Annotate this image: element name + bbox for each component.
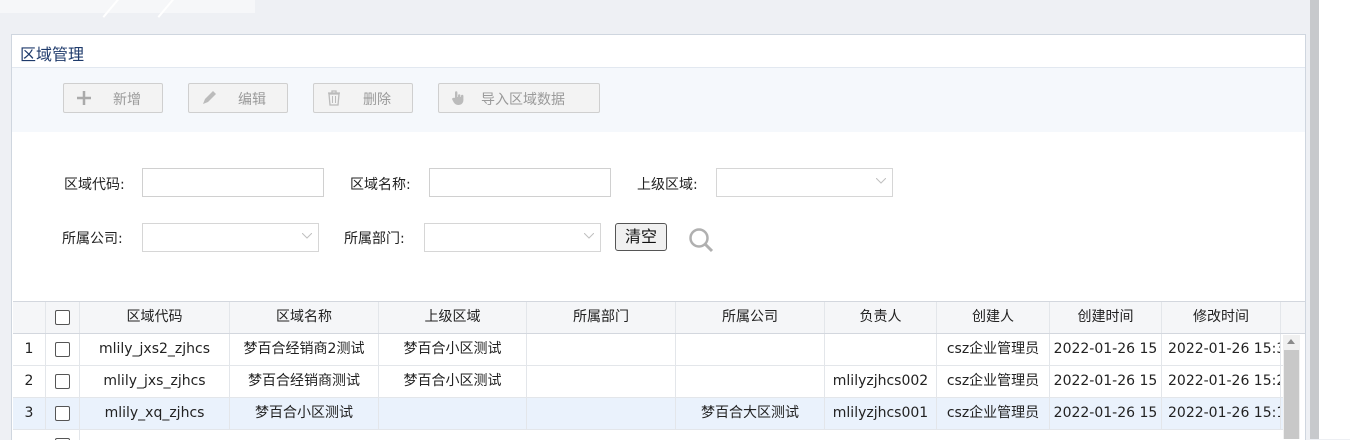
- col-header-area-code[interactable]: 区域代码: [80, 302, 230, 333]
- cell-area-code: mlily_jxs2_zjhcs: [80, 334, 230, 365]
- table-row[interactable]: 1 mlily_jxs2_zjhcs 梦百合经销商2测试 梦百合小区测试 csz…: [13, 334, 1283, 366]
- grid-header: 区域代码 区域名称 上级区域 所属部门 所属公司 负责人 创建人 创建时间 修改…: [13, 302, 1305, 334]
- delete-button[interactable]: 删除: [313, 83, 413, 113]
- cell-parent-area: [379, 398, 527, 429]
- cell-modified-time: 2022-01-26 15:3: [1162, 334, 1281, 365]
- area-name-label: 区域名称:: [350, 174, 411, 194]
- company-label: 所属公司:: [62, 228, 123, 248]
- toolbar: 新增 编辑 删除 导入区域数据: [12, 67, 1305, 132]
- table-row-selected[interactable]: 3 mlily_xq_zjhcs 梦百合小区测试 梦百合大区测试 mlilyzj…: [13, 398, 1283, 430]
- edit-button-label: 编辑: [238, 89, 266, 109]
- select-all-cell: [46, 302, 80, 333]
- row-number: 3: [13, 398, 46, 429]
- col-header-parent-area[interactable]: 上级区域: [379, 302, 527, 333]
- clear-button[interactable]: 清空: [615, 223, 667, 251]
- select-all-checkbox[interactable]: [55, 310, 70, 325]
- cell-parent-area: 梦百合小区测试: [379, 334, 527, 365]
- row-checkbox[interactable]: [55, 406, 70, 421]
- search-icon[interactable]: [688, 227, 714, 253]
- cell-creator: csz企业管理员: [937, 398, 1050, 429]
- right-margin: [1319, 0, 1350, 439]
- row-number: 2: [13, 366, 46, 397]
- panel-title: 区域管理: [20, 41, 84, 65]
- cell-company: 梦百合大区测试: [676, 398, 825, 429]
- cell-creator: csz企业管理员: [937, 366, 1050, 397]
- col-header-area-name[interactable]: 区域名称: [230, 302, 379, 333]
- cell-owner: mlilyzjhcs002: [825, 366, 937, 397]
- cell-department: [527, 334, 676, 365]
- cell-company: [676, 366, 825, 397]
- cell-area-name: 梦百合小区测试: [230, 398, 379, 429]
- cell-owner: [825, 334, 937, 365]
- parent-area-label: 上级区域:: [637, 174, 698, 194]
- col-header-owner[interactable]: 负责人: [825, 302, 937, 333]
- cell-area-name: 梦百合经销商测试: [230, 366, 379, 397]
- company-select[interactable]: [142, 223, 319, 252]
- cell-modified-time: 2022-01-26 15:2: [1162, 366, 1281, 397]
- row-checkbox-cell: [46, 366, 80, 397]
- import-area-data-button[interactable]: 导入区域数据: [438, 83, 600, 113]
- pencil-icon: [201, 90, 217, 106]
- row-checkbox-cell: [46, 334, 80, 365]
- cell-area-code: mlily_xq_zjhcs: [80, 398, 230, 429]
- cell-creator: csz企业管理员: [937, 334, 1050, 365]
- row-number-header: [13, 302, 46, 333]
- edit-button[interactable]: 编辑: [188, 83, 288, 113]
- delete-button-label: 删除: [363, 89, 391, 109]
- area-code-label: 区域代码:: [64, 174, 125, 194]
- row-checkbox[interactable]: [55, 374, 70, 389]
- trash-icon: [326, 90, 342, 106]
- cell-created-time: 2022-01-26 15: [1050, 366, 1162, 397]
- col-header-created-time[interactable]: 创建时间: [1050, 302, 1162, 333]
- top-tab-strip: [0, 0, 255, 13]
- cell-company: [676, 334, 825, 365]
- add-button[interactable]: 新增: [63, 83, 163, 113]
- cell-created-time: 2022-01-26 15: [1050, 398, 1162, 429]
- parent-area-select[interactable]: [716, 168, 893, 197]
- cell-area-code: mlily_jxs_zjhcs: [80, 366, 230, 397]
- hand-icon: [451, 90, 467, 106]
- row-checkbox[interactable]: [55, 342, 70, 357]
- row-checkbox-cell: [46, 398, 80, 429]
- table-row[interactable]: 2 mlily_jxs_zjhcs 梦百合经销商测试 梦百合小区测试 mlily…: [13, 366, 1283, 398]
- tab-decoration: [158, 0, 175, 18]
- row-number: 1: [13, 334, 46, 365]
- col-header-department[interactable]: 所属部门: [527, 302, 676, 333]
- grid-vertical-scrollbar[interactable]: [1283, 335, 1300, 439]
- col-header-company[interactable]: 所属公司: [676, 302, 825, 333]
- chevron-down-icon: [302, 233, 312, 239]
- area-name-input[interactable]: [429, 168, 611, 197]
- department-select[interactable]: [424, 223, 601, 252]
- col-header-creator[interactable]: 创建人: [937, 302, 1050, 333]
- cell-owner: mlilyzjhcs001: [825, 398, 937, 429]
- area-grid: 区域代码 区域名称 上级区域 所属部门 所属公司 负责人 创建人 创建时间 修改…: [13, 301, 1305, 440]
- page-scrollbar[interactable]: [1310, 0, 1319, 439]
- scrollbar-thumb[interactable]: [1284, 350, 1299, 439]
- chevron-down-icon: [584, 233, 594, 239]
- plus-icon: [76, 90, 92, 106]
- cell-created-time: 2022-01-26 15: [1050, 334, 1162, 365]
- chevron-down-icon: [876, 178, 886, 184]
- cell-department: [527, 366, 676, 397]
- department-label: 所属部门:: [344, 228, 405, 248]
- scroll-up-icon[interactable]: [1287, 339, 1295, 344]
- tab-decoration: [103, 0, 120, 18]
- cell-modified-time: 2022-01-26 15:1: [1162, 398, 1281, 429]
- area-management-panel: 区域管理 新增 编辑 删除 导入区域数据 区域代码: 区域名称: 上级区域: 所…: [11, 34, 1306, 440]
- area-code-input[interactable]: [142, 168, 324, 197]
- cell-area-name: 梦百合经销商2测试: [230, 334, 379, 365]
- col-header-modified-time[interactable]: 修改时间: [1162, 302, 1281, 333]
- import-button-label: 导入区域数据: [481, 89, 565, 109]
- cell-department: [527, 398, 676, 429]
- add-button-label: 新增: [113, 89, 141, 109]
- cell-parent-area: 梦百合小区测试: [379, 366, 527, 397]
